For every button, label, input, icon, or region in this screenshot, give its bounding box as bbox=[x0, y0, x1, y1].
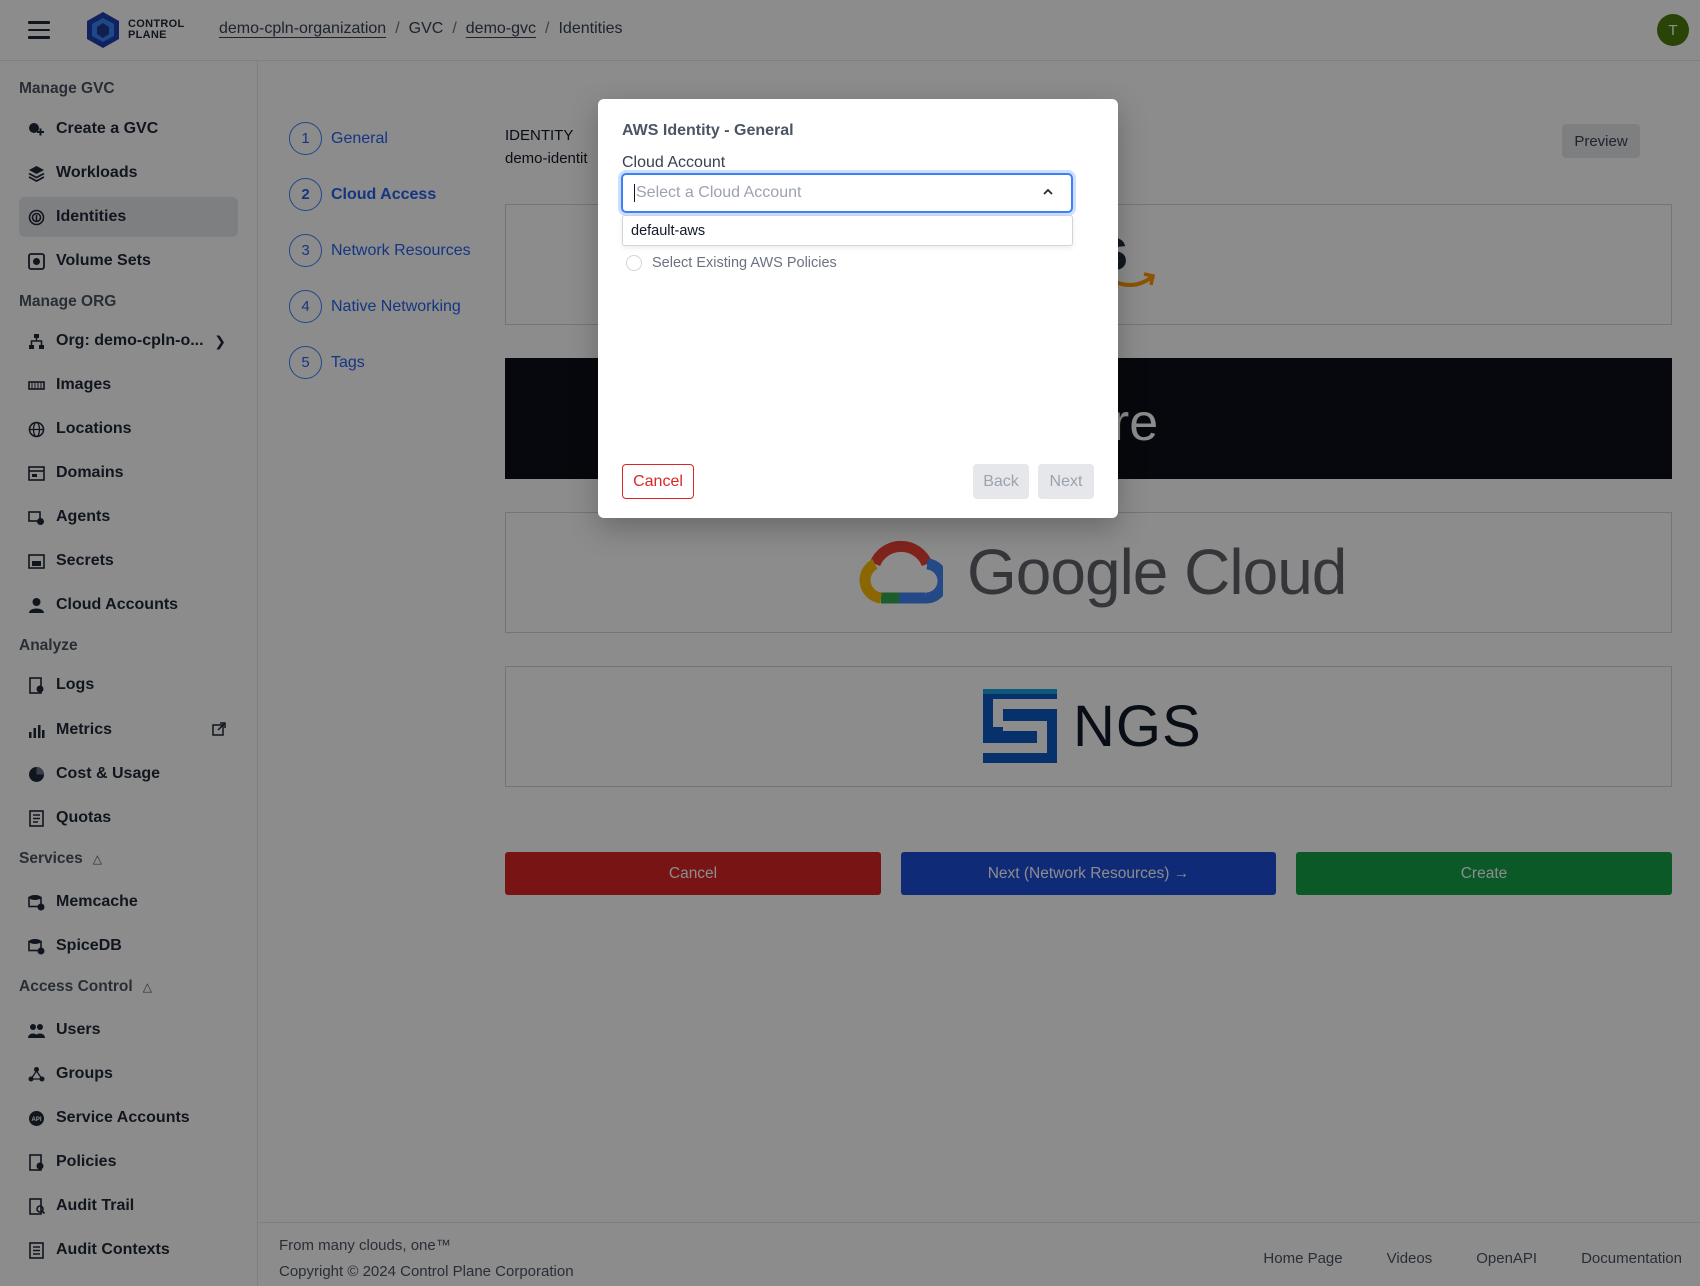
dialog-title: AWS Identity - General bbox=[622, 122, 794, 139]
radio-label: Select Existing AWS Policies bbox=[652, 255, 837, 271]
dialog-cancel-button[interactable]: Cancel bbox=[622, 464, 694, 499]
existing-policies-option[interactable]: Select Existing AWS Policies bbox=[626, 255, 837, 271]
chevron-up-icon[interactable] bbox=[1041, 185, 1055, 199]
text-cursor bbox=[634, 184, 635, 202]
cloud-account-label: Cloud Account bbox=[622, 154, 726, 171]
select-placeholder: Select a Cloud Account bbox=[636, 184, 802, 201]
radio-button[interactable] bbox=[626, 255, 642, 271]
dropdown-option-default-aws[interactable]: default-aws bbox=[631, 223, 705, 239]
cloud-account-dropdown: default-aws bbox=[622, 215, 1073, 246]
dialog-next-button[interactable]: Next bbox=[1038, 464, 1094, 499]
dialog-back-button[interactable]: Back bbox=[973, 464, 1029, 499]
aws-identity-dialog: AWS Identity - General Cloud Account Sel… bbox=[598, 99, 1118, 518]
cloud-account-select[interactable]: Select a Cloud Account bbox=[621, 173, 1073, 213]
